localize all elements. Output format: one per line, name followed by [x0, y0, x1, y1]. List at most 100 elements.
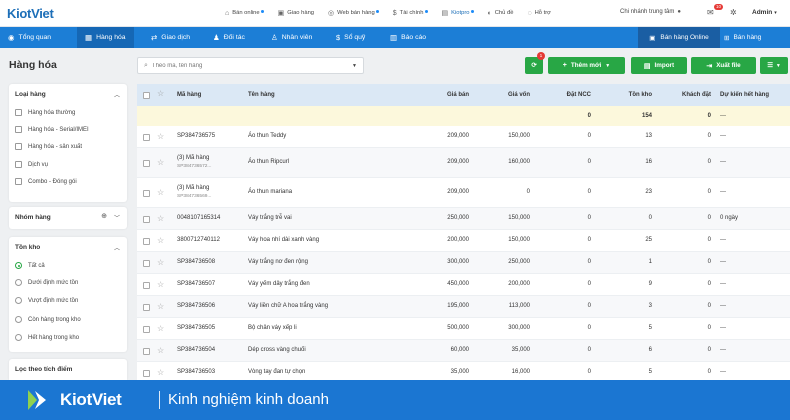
row-checkbox[interactable]	[143, 259, 150, 267]
row-checkbox[interactable]	[143, 237, 150, 245]
filter-option[interactable]: Hàng hóa - sản xuất	[15, 143, 82, 150]
add-group-icon[interactable]: ⊕	[101, 212, 107, 220]
nav-nhan-vien[interactable]: ♙ Nhân viên	[271, 27, 312, 48]
search-box[interactable]: ⌕ ▼	[137, 57, 364, 74]
nav-doi-tac[interactable]: ♟ Đối tác	[213, 27, 245, 48]
filter-option[interactable]: Còn hàng trong kho	[15, 316, 81, 323]
star-icon[interactable]: ☆	[157, 158, 164, 167]
column-toggle-button[interactable]: ☰ ▼	[760, 57, 788, 74]
row-checkbox[interactable]	[143, 281, 150, 289]
col-customer-order[interactable]: Khách đặt	[682, 92, 711, 98]
nav-bao-cao[interactable]: ▥ Báo cáo	[390, 27, 426, 48]
table-row[interactable]: ☆ SP384736504 Dép cross vàng chuối 60,000 35…	[137, 340, 790, 362]
add-new-button[interactable]: + Thêm mới ▼	[548, 57, 625, 74]
cell-code[interactable]: SP384736575	[177, 133, 215, 139]
row-checkbox[interactable]	[143, 303, 150, 311]
col-cost[interactable]: Giá vốn	[508, 92, 530, 98]
table-row[interactable]: ☆ SP384736575 Áo thun Teddy 209,000 150,000 0…	[137, 126, 790, 148]
app-logo[interactable]: KiotViet	[7, 6, 54, 21]
row-checkbox[interactable]	[143, 347, 150, 355]
row-checkbox[interactable]	[143, 325, 150, 333]
star-icon[interactable]: ☆	[157, 346, 164, 355]
star-icon[interactable]: ☆	[157, 214, 164, 223]
top-link-web-ban-hang[interactable]: ◎ Web bán hàng	[328, 9, 379, 17]
cell-code[interactable]: (3) Mã hàng	[177, 185, 209, 191]
star-icon[interactable]: ☆	[157, 280, 164, 289]
radio[interactable]	[15, 279, 22, 286]
table-row[interactable]: ☆ (3) Mã hàng Áo thun mariana 209,000 0 0 23 0 -…	[137, 178, 790, 208]
mail-icon[interactable]: ✉	[707, 8, 714, 17]
branch-selector[interactable]: Chi nhánh trung tâm ●	[620, 9, 681, 15]
top-link-giao-hang[interactable]: ▣ Giao hàng	[278, 9, 314, 17]
star-icon[interactable]: ☆	[157, 132, 164, 141]
import-button[interactable]: ▤ Import	[631, 57, 687, 74]
chevron-down-icon[interactable]: ▼	[352, 63, 357, 69]
cell-code[interactable]: (3) Mã hàng	[177, 155, 209, 161]
col-name[interactable]: Tên hàng	[248, 92, 275, 98]
user-menu[interactable]: Admin ▾	[752, 9, 777, 16]
radio[interactable]	[15, 316, 22, 323]
row-checkbox[interactable]	[143, 189, 150, 197]
col-expected-out[interactable]: Dự kiến hết hàng	[720, 92, 769, 98]
gear-icon[interactable]: ✲	[730, 8, 737, 17]
table-row[interactable]: ☆ (3) Mã hàng Áo thun Ripcurl 209,000 160,00…	[137, 148, 790, 178]
col-code[interactable]: Mã hàng	[177, 92, 201, 98]
star-icon[interactable]: ☆	[157, 236, 164, 245]
radio[interactable]	[15, 297, 22, 304]
export-button[interactable]: ⇥ Xuất file	[691, 57, 756, 74]
checkbox[interactable]	[15, 126, 22, 133]
top-link-ho-tro[interactable]: ◌ Hỗ trợ	[527, 9, 551, 17]
nav-tong-quan[interactable]: ◉ Tổng quan	[8, 27, 51, 48]
cell-code[interactable]: SP384736508	[177, 259, 215, 265]
checkbox[interactable]	[15, 178, 22, 185]
search-input[interactable]	[151, 62, 342, 69]
table-row[interactable]: ☆ SP384736505 Bộ chân váy xếp li 500,000 300…	[137, 318, 790, 340]
nav-hang-hoa[interactable]: ▦ Hàng hóa	[77, 27, 134, 48]
row-checkbox[interactable]	[143, 133, 150, 141]
chevron-up-icon[interactable]: ︿	[114, 243, 120, 252]
cell-code[interactable]: SP384736506	[177, 303, 215, 309]
table-row[interactable]: ☆ 3800712740112 Váy hoa nhí dài xanh vàng 2…	[137, 230, 790, 252]
cell-code[interactable]: 3800712740112	[177, 237, 220, 243]
table-row[interactable]: ☆ 0048107165314 Váy trắng trễ vai 250,000 15…	[137, 208, 790, 230]
table-row[interactable]: ☆ SP384736506 Váy liền chữ A hoa trắng vàn…	[137, 296, 790, 318]
cell-code[interactable]: SP384736507	[177, 281, 215, 287]
row-checkbox[interactable]	[143, 369, 150, 377]
filter-option[interactable]: Vượt định mức tồn	[15, 297, 78, 304]
row-checkbox[interactable]	[143, 159, 150, 167]
checkbox[interactable]	[15, 109, 22, 116]
nav-so-quy[interactable]: $ Sổ quỹ	[336, 27, 365, 48]
star-icon[interactable]: ☆	[157, 324, 164, 333]
filter-option[interactable]: Hàng hóa thường	[15, 109, 75, 116]
col-price[interactable]: Giá bán	[447, 92, 469, 98]
online-sales-button[interactable]: ▣ Bán hàng Online	[638, 27, 720, 48]
checkbox[interactable]	[15, 161, 22, 168]
top-link-kiotpro[interactable]: ▤ Kiotpro	[442, 9, 474, 17]
star-icon[interactable]: ☆	[157, 258, 164, 267]
cell-code[interactable]: SP384736504	[177, 347, 215, 353]
star-icon[interactable]: ☆	[157, 368, 164, 377]
top-link-chu-de[interactable]: ◐ Chủ đề	[488, 9, 514, 17]
table-row[interactable]: ☆ SP384736508 Váy trắng nơ đen rộng 300,000…	[137, 252, 790, 274]
filter-option[interactable]: Hết hàng trong kho	[15, 334, 79, 341]
table-row[interactable]: ☆ SP384736507 Váy yếm dây trắng đen 450,000…	[137, 274, 790, 296]
filter-option[interactable]: Combo - Đóng gói	[15, 178, 77, 185]
chevron-up-icon[interactable]: ︿	[114, 90, 120, 99]
col-stock[interactable]: Tồn kho	[629, 92, 652, 98]
star-icon[interactable]: ☆	[157, 188, 164, 197]
nav-giao-dich[interactable]: ⇄ Giao dịch	[151, 27, 190, 48]
cell-code[interactable]: SP384736503	[177, 369, 215, 375]
top-link-tai-chinh[interactable]: $ Tài chính	[393, 9, 428, 17]
checkbox[interactable]	[15, 143, 22, 150]
chevron-down-icon[interactable]: ﹀	[114, 213, 120, 222]
cell-code[interactable]: 0048107165314	[177, 215, 220, 221]
cell-code[interactable]: SP384736505	[177, 325, 215, 331]
sync-button[interactable]: ⟳ 1	[525, 52, 545, 74]
select-all-checkbox[interactable]	[143, 92, 150, 99]
sale-button[interactable]: ⊞ Bán hàng	[724, 27, 761, 48]
radio-selected[interactable]	[15, 262, 22, 269]
top-link-ban-online[interactable]: ⌂ Bán online	[225, 9, 264, 17]
col-ordered-ncc[interactable]: Đặt NCC	[567, 92, 591, 98]
filter-option[interactable]: Hàng hóa - Serial/IMEI	[15, 126, 89, 133]
radio[interactable]	[15, 334, 22, 341]
